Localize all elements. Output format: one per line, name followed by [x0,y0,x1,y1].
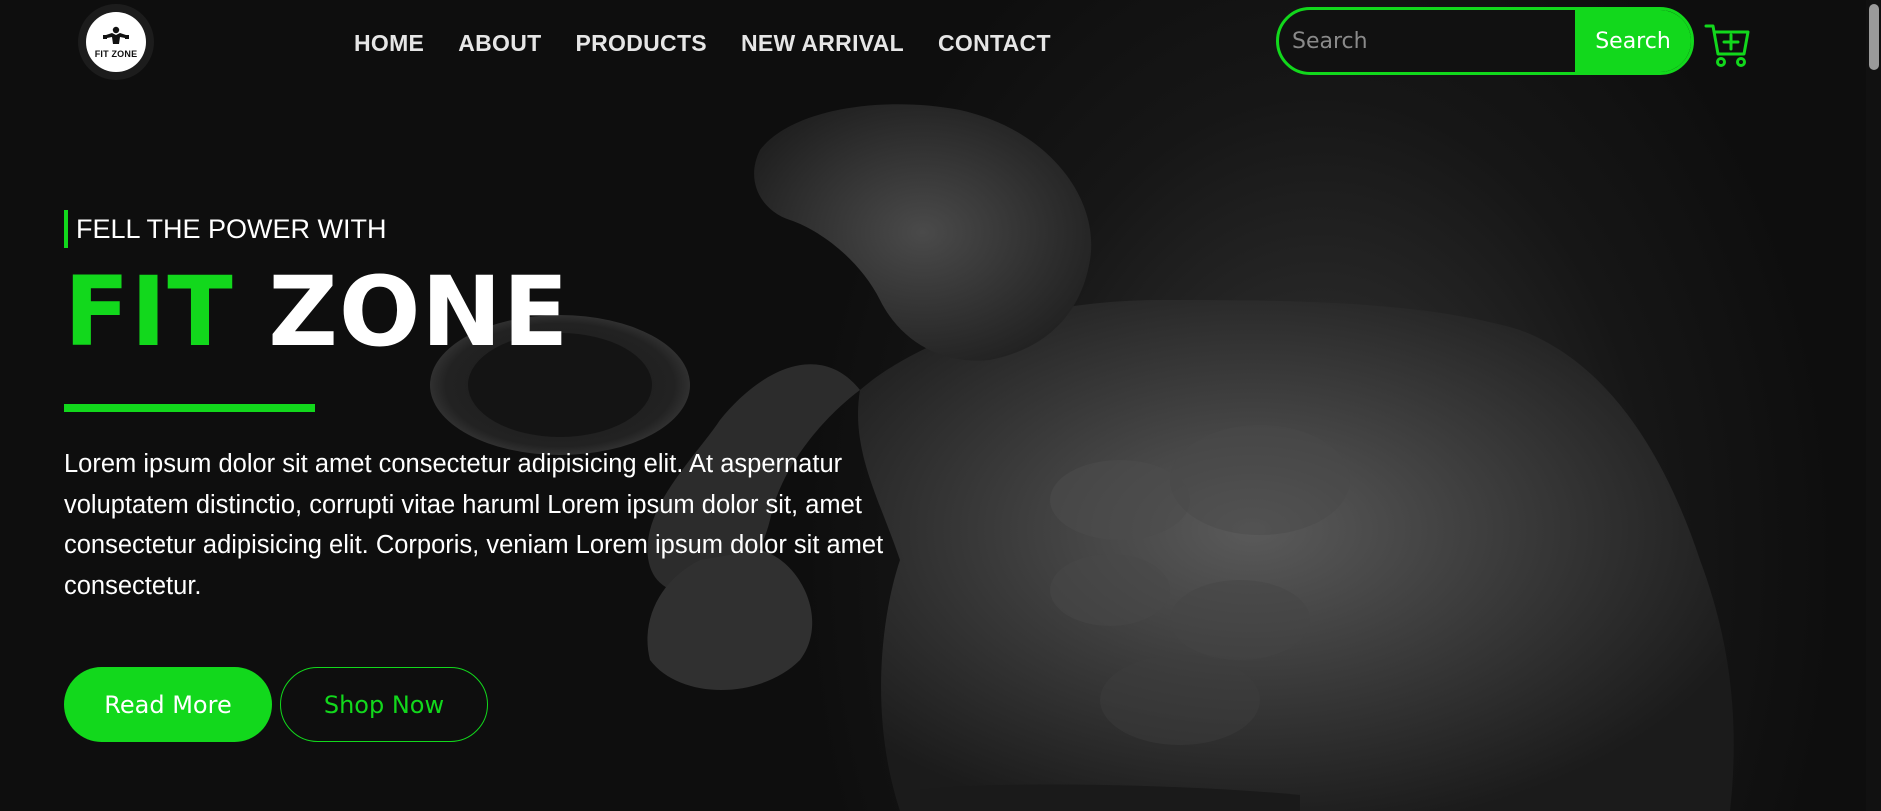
nav-item-about[interactable]: ABOUT [458,30,541,57]
nav-item-contact[interactable]: CONTACT [938,30,1051,57]
hero-title-rest: ZONE [268,256,570,368]
hero-description: Lorem ipsum dolor sit amet consectetur a… [64,450,884,600]
scrollbar-thumb[interactable] [1869,4,1879,70]
search-bar: Search [1276,7,1694,75]
hero-divider [64,404,315,412]
hero-eyebrow: FELL THE POWER WITH [64,210,387,248]
nav-item-home[interactable]: HOME [354,30,424,57]
read-more-button[interactable]: Read More [64,667,272,742]
main-nav: HOME ABOUT PRODUCTS NEW ARRIVAL CONTACT [354,30,1051,57]
search-input[interactable] [1279,10,1575,72]
page-scrollbar[interactable] [1866,0,1881,811]
hero-title: FIT ZONE [64,264,569,360]
cart-plus-icon[interactable] [1704,20,1750,68]
site-logo[interactable]: FIT ZONE [78,4,154,80]
logo-badge: FIT ZONE [86,12,146,72]
hero-title-accent: FIT [64,256,234,368]
nav-item-products[interactable]: PRODUCTS [575,30,706,57]
logo-text: FIT ZONE [94,48,138,59]
nav-item-new-arrival[interactable]: NEW ARRIVAL [741,30,904,57]
search-button[interactable]: Search [1575,10,1691,72]
shop-now-button[interactable]: Shop Now [280,667,488,742]
bodybuilder-icon [103,26,129,44]
